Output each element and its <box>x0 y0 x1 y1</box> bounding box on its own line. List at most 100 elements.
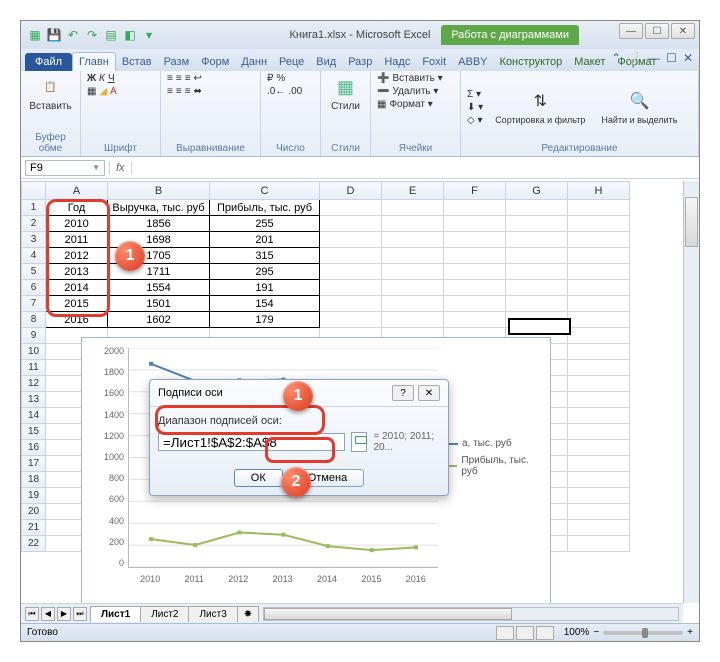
cell[interactable] <box>568 456 630 472</box>
cell[interactable] <box>568 312 630 328</box>
scrollbar-thumb[interactable] <box>685 197 698 247</box>
cell[interactable]: 295 <box>210 264 320 280</box>
cell[interactable] <box>568 360 630 376</box>
vertical-scrollbar[interactable] <box>683 181 699 603</box>
cell[interactable] <box>382 200 444 216</box>
row-header[interactable]: 19 <box>22 488 46 504</box>
cell[interactable]: 2012 <box>46 248 108 264</box>
row-header[interactable]: 14 <box>22 408 46 424</box>
cell[interactable]: Год <box>46 200 108 216</box>
cell[interactable]: 2015 <box>46 296 108 312</box>
sheet-nav-next-icon[interactable]: ▶ <box>57 607 71 621</box>
cell[interactable] <box>320 200 382 216</box>
cell[interactable] <box>444 296 506 312</box>
autosum-icon[interactable]: Σ ▾ <box>467 89 483 100</box>
align-center-icon[interactable]: ≡ <box>176 86 182 97</box>
cell[interactable]: 2010 <box>46 216 108 232</box>
merge-icon[interactable]: ⬌ <box>194 86 202 97</box>
cell[interactable] <box>568 504 630 520</box>
row-header[interactable]: 8 <box>22 312 46 328</box>
cell[interactable] <box>320 264 382 280</box>
cell[interactable]: 255 <box>210 216 320 232</box>
cell[interactable] <box>320 296 382 312</box>
row-header[interactable]: 2 <box>22 216 46 232</box>
currency-icon[interactable]: ₽ <box>267 73 273 84</box>
cell[interactable] <box>506 200 568 216</box>
font-color-icon[interactable]: A <box>110 86 117 97</box>
wrap-icon[interactable]: ↩ <box>194 73 202 84</box>
delete-cells-button[interactable]: ➖Удалить ▾ <box>377 86 454 97</box>
undo-icon[interactable]: ↶ <box>65 27 81 43</box>
help-icon[interactable]: ❔ <box>627 51 642 65</box>
tab-home[interactable]: Главн <box>72 52 116 71</box>
italic-icon[interactable]: К <box>99 73 105 84</box>
cell[interactable]: 1602 <box>108 312 210 328</box>
select-all-corner[interactable] <box>22 182 46 200</box>
cell[interactable] <box>568 280 630 296</box>
view-normal-icon[interactable] <box>496 626 514 640</box>
cell[interactable]: 201 <box>210 232 320 248</box>
row-header[interactable]: 22 <box>22 536 46 552</box>
decimal-dec-icon[interactable]: .00 <box>288 86 302 97</box>
axis-range-input[interactable] <box>158 433 345 451</box>
cell[interactable] <box>382 264 444 280</box>
col-header[interactable]: B <box>108 182 210 200</box>
cell[interactable] <box>568 200 630 216</box>
cell[interactable] <box>320 232 382 248</box>
dialog-help-icon[interactable]: ? <box>392 385 414 401</box>
tab-page-layout[interactable]: Разм <box>158 53 196 71</box>
fx-icon[interactable]: fx <box>109 162 132 174</box>
cell[interactable] <box>382 312 444 328</box>
scrollbar-thumb[interactable] <box>264 608 512 620</box>
cell[interactable] <box>568 296 630 312</box>
percent-icon[interactable]: % <box>276 73 285 84</box>
cell[interactable] <box>568 328 630 344</box>
row-header[interactable]: 12 <box>22 376 46 392</box>
row-header[interactable]: 10 <box>22 344 46 360</box>
row-header[interactable]: 17 <box>22 456 46 472</box>
sheet-tab[interactable]: Лист3 <box>188 606 237 622</box>
row-header[interactable]: 13 <box>22 392 46 408</box>
col-header[interactable]: D <box>320 182 382 200</box>
cell[interactable] <box>444 312 506 328</box>
doc-min-icon[interactable]: — <box>648 51 660 65</box>
row-header[interactable]: 18 <box>22 472 46 488</box>
cell[interactable] <box>568 264 630 280</box>
cell[interactable]: Выручка, тыс. руб <box>108 200 210 216</box>
doc-restore-icon[interactable]: ☐ <box>666 51 677 65</box>
underline-icon[interactable]: Ч <box>108 73 115 84</box>
redo-icon[interactable]: ↷ <box>84 27 100 43</box>
col-header[interactable]: E <box>382 182 444 200</box>
row-header[interactable]: 9 <box>22 328 46 344</box>
cell[interactable]: 191 <box>210 280 320 296</box>
new-sheet-icon[interactable]: ✸ <box>237 606 259 622</box>
tab-addins[interactable]: Надс <box>378 53 416 71</box>
qat-icon[interactable]: ◧ <box>122 27 138 43</box>
maximize-button[interactable]: ☐ <box>645 23 669 39</box>
format-cells-button[interactable]: ▦Формат ▾ <box>377 99 454 110</box>
horizontal-scrollbar[interactable] <box>263 607 679 621</box>
fill-icon[interactable]: ⬇ ▾ <box>467 102 483 113</box>
cell[interactable] <box>444 280 506 296</box>
find-select-button[interactable]: 🔍 Найти и выделить <box>597 87 681 127</box>
cell[interactable] <box>506 232 568 248</box>
sheet-tab[interactable]: Лист2 <box>140 606 189 622</box>
col-header[interactable]: C <box>210 182 320 200</box>
zoom-slider[interactable] <box>603 631 683 635</box>
collapse-dialog-icon[interactable] <box>351 432 367 452</box>
cell[interactable] <box>506 264 568 280</box>
minimize-button[interactable]: — <box>619 23 643 39</box>
decimal-inc-icon[interactable]: .0← <box>267 86 285 97</box>
cell[interactable] <box>568 536 630 552</box>
tab-insert[interactable]: Встав <box>116 53 158 71</box>
cell[interactable]: 2011 <box>46 232 108 248</box>
qat-icon[interactable]: ▤ <box>103 27 119 43</box>
save-icon[interactable]: 💾 <box>46 27 62 43</box>
styles-button[interactable]: ▦ Стили <box>327 73 364 114</box>
formula-input[interactable] <box>132 167 699 169</box>
sheet-nav-last-icon[interactable]: ⏭ <box>73 607 87 621</box>
align-right-icon[interactable]: ≡ <box>185 86 191 97</box>
minimize-ribbon-icon[interactable]: ⌃ <box>611 51 621 65</box>
cell[interactable] <box>320 280 382 296</box>
row-header[interactable]: 15 <box>22 424 46 440</box>
